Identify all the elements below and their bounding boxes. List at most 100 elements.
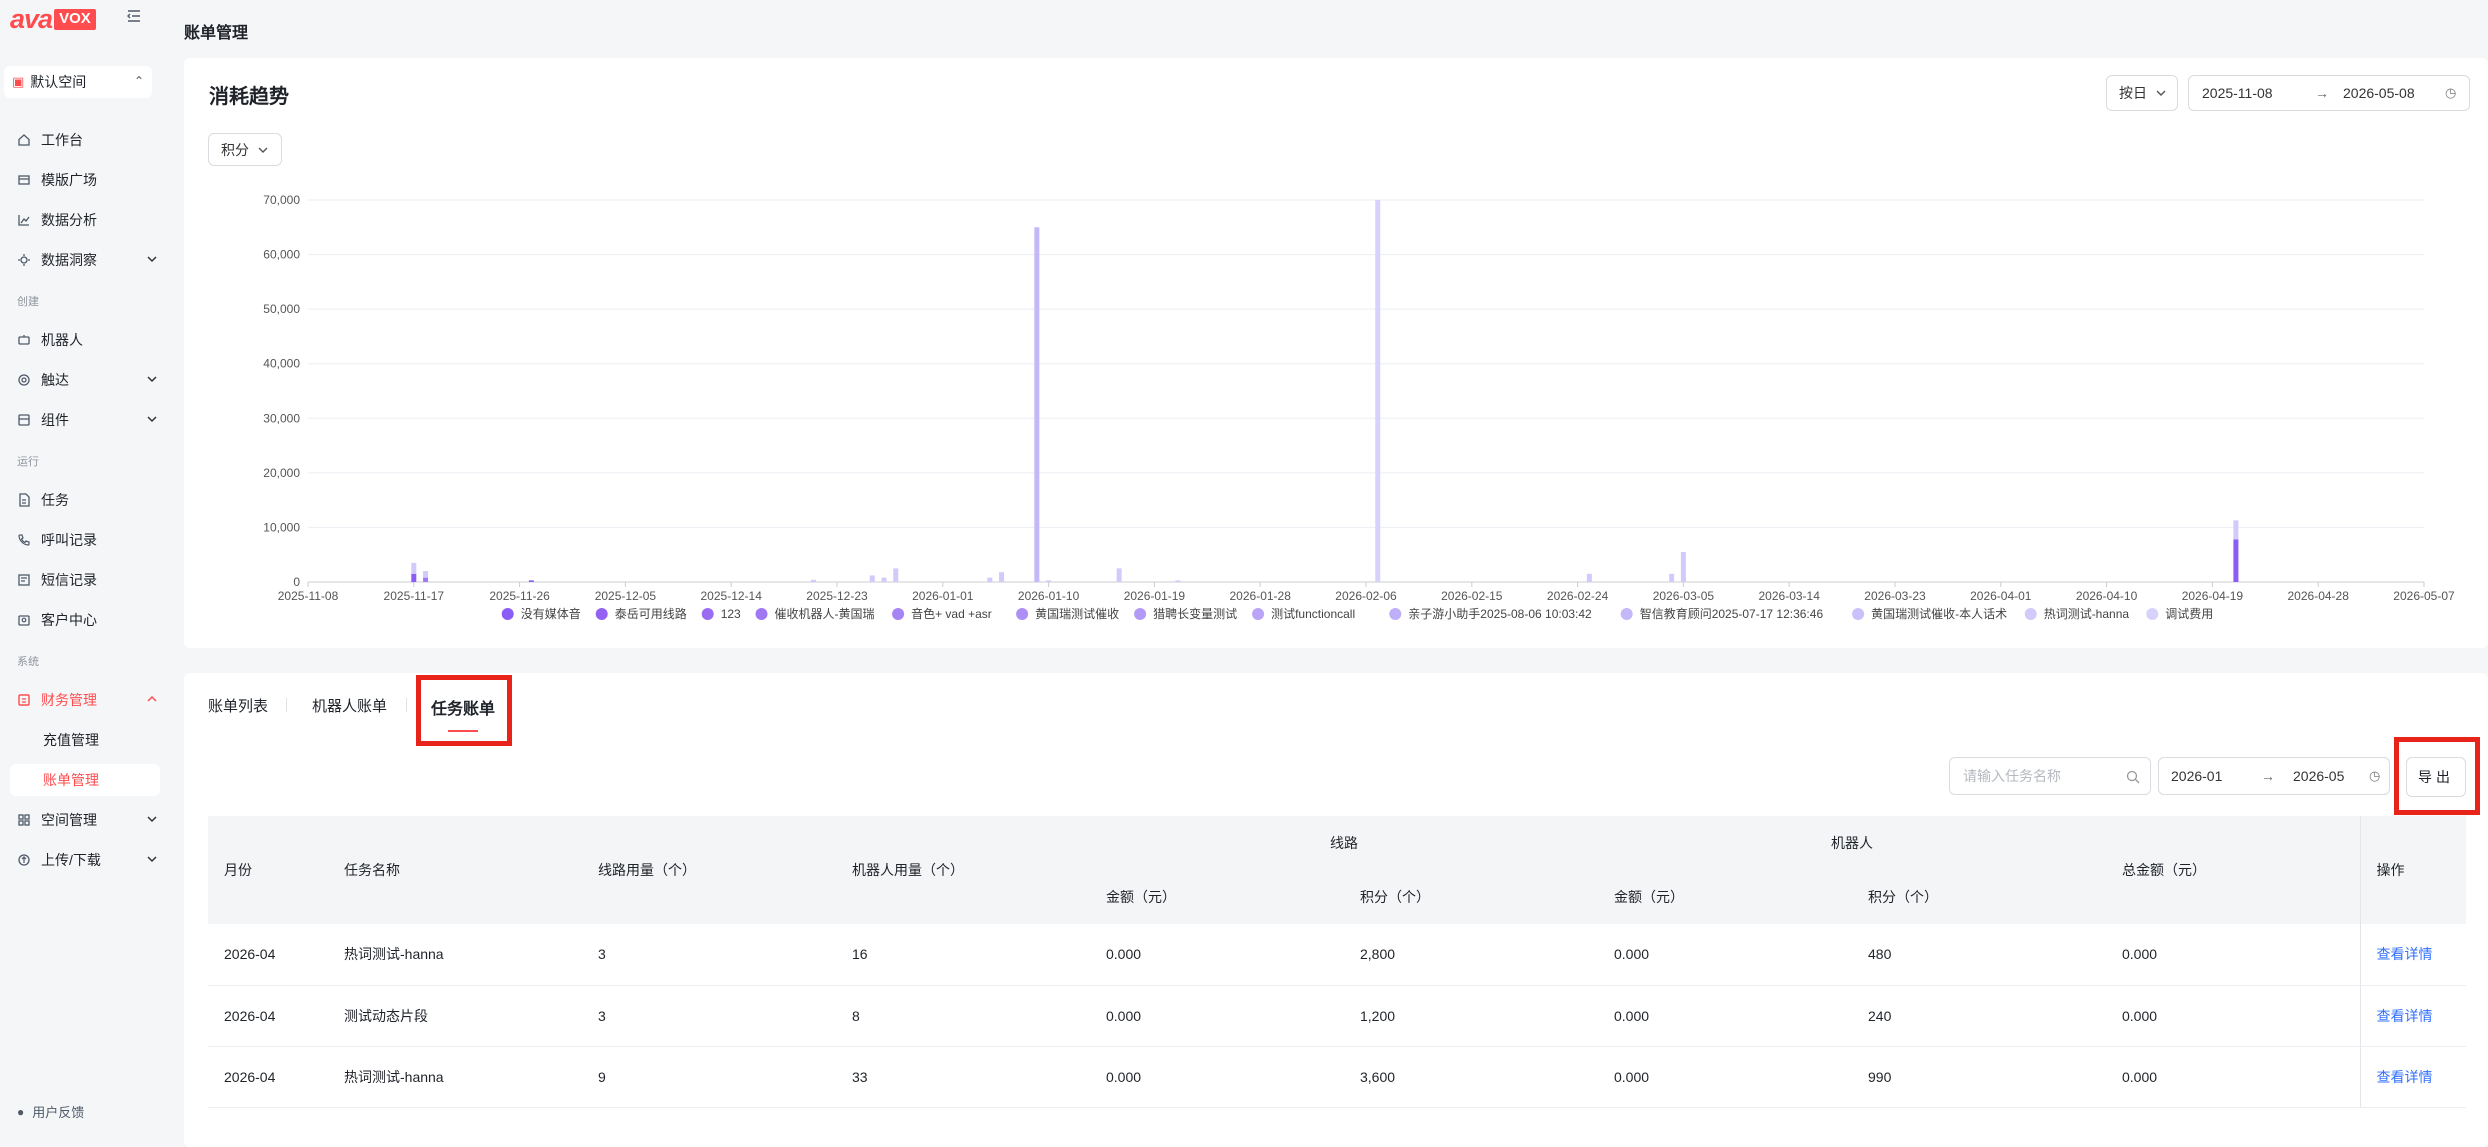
cell-robot-amount: 0.000	[1598, 924, 1852, 986]
feedback-icon: ●	[17, 1104, 25, 1119]
cell-robot-usage: 16	[836, 924, 1090, 986]
legend-marker	[1016, 608, 1029, 620]
sidebar-item-insight[interactable]: 数据洞察	[0, 244, 172, 276]
search-placeholder: 请输入任务名称	[1963, 768, 2061, 784]
cell-action: 查看详情	[2359, 1046, 2466, 1108]
sidebar-item-label: 模版广场	[41, 172, 97, 188]
sidebar-item-label: 数据分析	[41, 212, 97, 228]
sidebar-item-space[interactable]: 空间管理	[0, 804, 172, 836]
tab-bill-list[interactable]: 账单列表	[208, 695, 268, 716]
x-tick-label: 2026-03-14	[1759, 589, 1821, 603]
view-details-link[interactable]: 查看详情	[2377, 946, 2433, 962]
chart-bar	[987, 577, 993, 582]
chart-bar	[869, 575, 875, 582]
col-group-line: 线路	[1330, 835, 1358, 851]
x-tick-label: 2026-03-23	[1864, 589, 1926, 603]
x-tick-label: 2026-05-07	[2393, 589, 2455, 603]
sidebar-item-label: 数据洞察	[41, 252, 97, 268]
sidebar-subitem-bills[interactable]: 账单管理	[10, 764, 160, 796]
start-month[interactable]: 2026-01	[2171, 758, 2222, 794]
chart-bar	[423, 571, 429, 578]
logo-text: ava	[10, 3, 53, 34]
feedback-link[interactable]: ● 用户反馈	[17, 1102, 84, 1121]
sidebar-item-upload[interactable]: 上传/下载	[0, 844, 172, 876]
cell-robot-points: 990	[1852, 1046, 2106, 1108]
sidebar-item-components[interactable]: 组件	[0, 404, 172, 436]
sidebar-item-label: 空间管理	[41, 812, 97, 828]
insight-icon	[17, 253, 31, 267]
sidebar-item-call-records[interactable]: 呼叫记录	[0, 524, 172, 556]
y-tick-label: 60,000	[263, 248, 300, 262]
x-tick-label: 2025-12-05	[595, 589, 657, 603]
sidebar-item-robot[interactable]: 机器人	[0, 324, 172, 356]
cell-line-points: 2,800	[1344, 924, 1598, 986]
x-tick-label: 2026-03-05	[1653, 589, 1715, 603]
collapse-sidebar-icon[interactable]	[126, 8, 142, 24]
col-robot-points: 积分（个）	[1868, 889, 1938, 905]
chart-bar	[881, 577, 887, 582]
x-tick-label: 2025-12-23	[806, 589, 868, 603]
sidebar-item-reach[interactable]: 触达	[0, 364, 172, 396]
view-details-link[interactable]: 查看详情	[2377, 1069, 2433, 1085]
chart-icon	[17, 213, 31, 227]
chart-bar	[999, 572, 1005, 582]
sidebar-item-label: 组件	[41, 412, 69, 428]
legend-marker	[2024, 608, 2037, 620]
legend-marker	[1389, 608, 1402, 620]
sidebar-item-workbench[interactable]: 工作台	[0, 124, 172, 156]
x-tick-label: 2026-01-19	[1124, 589, 1186, 603]
sidebar-item-label: 短信记录	[41, 572, 97, 588]
sidebar-item-tasks[interactable]: 任务	[0, 484, 172, 516]
sidebar-item-analytics[interactable]: 数据分析	[0, 204, 172, 236]
view-details-link[interactable]: 查看详情	[2377, 1008, 2433, 1024]
legend-label: 没有媒体音	[521, 606, 581, 621]
feedback-label: 用户反馈	[32, 1105, 85, 1120]
y-tick-label: 10,000	[263, 520, 300, 534]
robot-icon	[17, 333, 31, 347]
end-month[interactable]: 2026-05	[2293, 758, 2344, 794]
x-tick-label: 2026-04-01	[1970, 589, 2032, 603]
sidebar-item-finance[interactable]: 财务管理	[0, 684, 172, 716]
sidebar-item-sms-records[interactable]: 短信记录	[0, 564, 172, 596]
chevron-down-icon	[147, 856, 157, 863]
legend-marker	[501, 608, 514, 620]
cell-task-name: 测试动态片段	[328, 985, 582, 1047]
sidebar-subitem-recharge[interactable]: 充值管理	[43, 724, 99, 756]
chevron-down-icon	[147, 416, 157, 423]
cell-line-points: 3,600	[1344, 1046, 1598, 1108]
cell-robot-usage: 33	[836, 1046, 1090, 1108]
clock-icon: ◷	[2369, 768, 2381, 783]
x-tick-label: 2026-02-06	[1335, 589, 1397, 603]
chevron-down-icon	[147, 816, 157, 823]
cell-robot-usage: 8	[836, 985, 1090, 1047]
chart-bar	[411, 562, 417, 574]
workspace-selector[interactable]: ▣ 默认空间 ⌃	[4, 66, 152, 98]
sidebar-item-label: 呼叫记录	[41, 532, 97, 548]
app-logo: ava VOX	[10, 3, 96, 34]
month-range-picker[interactable]: 2026-01 → 2026-05 ◷	[2158, 757, 2390, 795]
tab-divider	[286, 698, 287, 712]
task-search-input[interactable]: 请输入任务名称	[1949, 757, 2151, 795]
legend-label: 热词测试-hanna	[2044, 606, 2130, 621]
sms-icon	[17, 573, 31, 587]
tab-robot-bill[interactable]: 机器人账单	[312, 695, 387, 716]
home-icon	[17, 133, 31, 147]
chart-bar	[1375, 200, 1381, 582]
cell-line-points: 1,200	[1344, 985, 1598, 1047]
phone-icon	[17, 533, 31, 547]
cell-line-usage: 3	[582, 924, 836, 986]
cell-robot-amount: 0.000	[1598, 985, 1852, 1047]
cell-line-amount: 0.000	[1090, 985, 1344, 1047]
cell-action: 查看详情	[2359, 985, 2466, 1047]
sidebar-item-templates[interactable]: 模版广场	[0, 164, 172, 196]
cell-line-usage: 3	[582, 985, 836, 1047]
legend-marker	[892, 608, 905, 620]
col-line-points: 积分（个）	[1360, 889, 1430, 905]
section-create: 创建	[17, 296, 39, 308]
chevron-down-icon	[147, 256, 157, 263]
col-month: 月份	[224, 862, 252, 878]
legend-label: 音色+ vad +asr	[911, 606, 992, 621]
y-tick-label: 70,000	[263, 193, 300, 207]
sidebar-item-customers[interactable]: 客户中心	[0, 604, 172, 636]
cell-action: 查看详情	[2359, 924, 2466, 986]
